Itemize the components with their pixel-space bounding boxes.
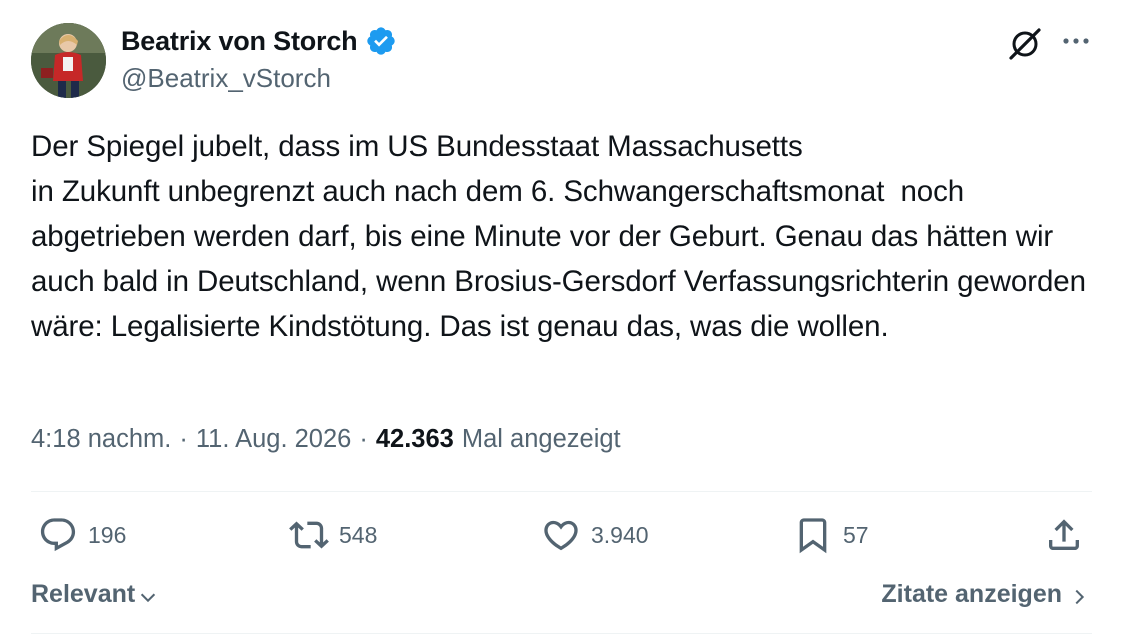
author-name-row[interactable]: Beatrix von Storch — [121, 25, 397, 57]
sort-dropdown[interactable]: Relevant — [31, 580, 159, 609]
verified-icon — [365, 25, 397, 57]
view-quotes-link[interactable]: Zitate anzeigen — [881, 580, 1090, 609]
tweet-date[interactable]: 11. Aug. 2026 — [196, 425, 352, 454]
reply-icon — [40, 518, 76, 552]
tweet-text: Der Spiegel jubelt, dass im US Bundessta… — [31, 130, 1086, 343]
sort-label: Relevant — [31, 580, 136, 608]
view-count: 42.363 — [375, 425, 454, 453]
like-button[interactable]: 3.940 — [541, 515, 649, 555]
share-button[interactable] — [1044, 515, 1084, 555]
divider — [31, 633, 1092, 634]
chevron-down-icon — [141, 593, 156, 602]
bookmark-icon — [799, 518, 827, 554]
reply-button[interactable]: 196 — [38, 515, 126, 555]
more-icon[interactable] — [1058, 25, 1094, 61]
quotes-label: Zitate anzeigen — [881, 580, 1062, 608]
bookmark-button[interactable]: 57 — [793, 515, 869, 555]
like-count: 3.940 — [591, 521, 649, 548]
retweet-icon — [289, 521, 329, 549]
bookmark-count: 57 — [843, 521, 869, 548]
tweet-time[interactable]: 4:18 nachm. — [31, 425, 171, 454]
avatar[interactable] — [31, 23, 106, 98]
like-icon — [544, 520, 578, 551]
meta-separator: · — [359, 425, 368, 453]
chevron-right-icon — [1075, 589, 1085, 604]
views-label: Mal angezeigt — [461, 425, 621, 453]
author-name[interactable]: Beatrix von Storch — [121, 26, 358, 57]
grok-icon[interactable] — [1006, 25, 1044, 63]
divider — [31, 491, 1092, 492]
share-icon — [1049, 519, 1079, 550]
meta-separator: · — [179, 425, 188, 453]
reply-count: 196 — [88, 521, 127, 548]
tweet-meta: 4:18 nachm. · 11. Aug. 2026 · 42.363 Mal… — [31, 425, 621, 454]
retweet-count: 548 — [339, 521, 378, 548]
retweet-button[interactable]: 548 — [289, 515, 377, 555]
author-handle[interactable]: @Beatrix_vStorch — [121, 63, 331, 94]
